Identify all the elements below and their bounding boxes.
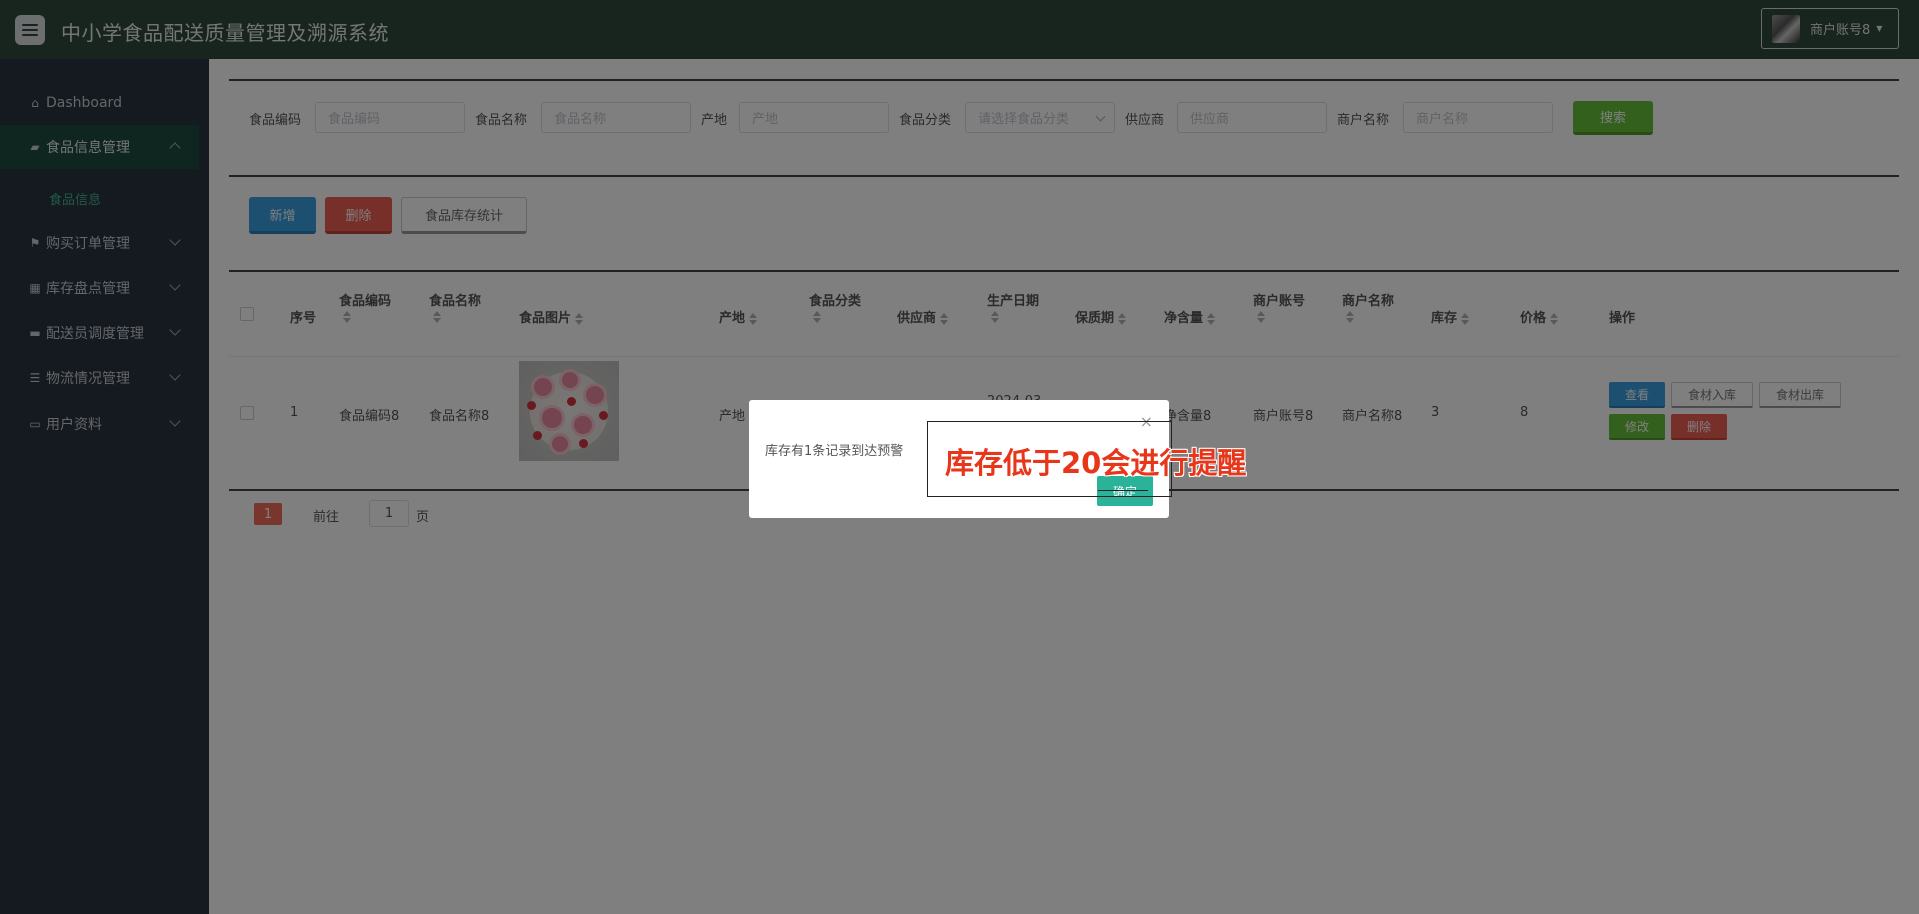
annotation-underline — [1098, 490, 1148, 491]
annotation-text: 库存低于20会进行提醒 — [945, 446, 1247, 480]
dialog-message: 库存有1条记录到达预警 — [765, 444, 904, 459]
